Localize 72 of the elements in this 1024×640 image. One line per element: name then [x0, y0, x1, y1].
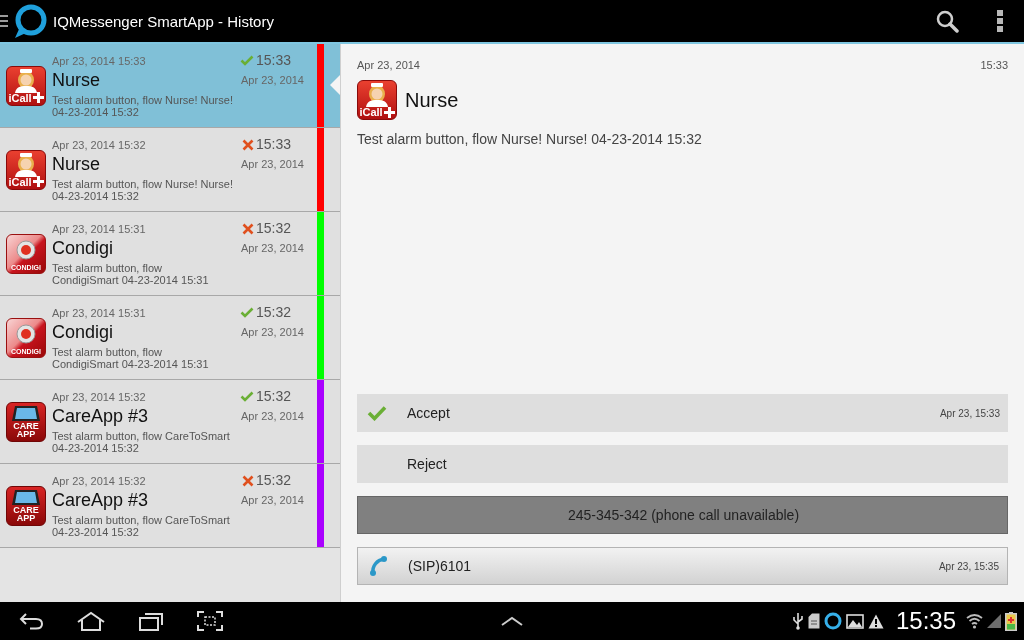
- message-text: Test alarm button, flow Nurse! Nurse! 04-23-2014 15:32: [357, 130, 702, 148]
- alarm-time: 15:33: [255, 136, 291, 153]
- sender-name: Condigi: [52, 321, 114, 343]
- alarm-date: Apr 23, 2014: [241, 74, 304, 86]
- speech-bubble-icon[interactable]: [12, 3, 48, 39]
- logo-text: iCall: [359, 106, 383, 118]
- alarm-time: 15:32: [255, 304, 291, 321]
- more-icon[interactable]: [997, 10, 1003, 32]
- sender-name: Nurse: [405, 88, 459, 112]
- capture-frame-icon[interactable]: [196, 610, 224, 632]
- alarm-time: 15:32: [255, 472, 291, 489]
- message-text: Test alarm button, flow CondigiSmart 04-23-2014 15:31: [52, 346, 209, 370]
- alarm-date: Apr 23, 2014: [241, 410, 304, 422]
- history-item[interactable]: CARE APP Apr 23, 2014 15:32 15:32 CareApp #3 Apr 23, 2014 Test alarm button, flow CareToSmart 04-23-2014 15:32: [0, 380, 340, 464]
- caret-up-icon[interactable]: [500, 615, 524, 627]
- sender-name: CareApp #3: [52, 405, 149, 427]
- sd-card-icon: [807, 613, 820, 629]
- battery-icon: [1005, 611, 1017, 631]
- received-time: Apr 23, 2014 15:31: [52, 222, 146, 237]
- call-button[interactable]: (SIP)6101 Apr 23, 15:35: [357, 547, 1008, 585]
- logo-text: iCall: [8, 175, 32, 188]
- message-text: Test alarm button, flow CareToSmart 04-23-2014 15:32: [52, 514, 230, 538]
- alarm-time: 15:33: [255, 52, 291, 69]
- history-item[interactable]: iCall Apr 23, 2014 15:32 15:33 Nurse Apr 23, 2014 Test alarm button, flow Nurse! Nurse! 04-23-2014 15:32: [0, 128, 340, 212]
- image-icon: [845, 613, 864, 629]
- history-item[interactable]: CARE APP Apr 23, 2014 15:32 15:32 CareApp #3 Apr 23, 2014 Test alarm button, flow CareToSmart 04-23-2014 15:32: [0, 464, 340, 548]
- message-text: Test alarm button, flow Nurse! Nurse! 04-23-2014 15:32: [52, 94, 233, 118]
- home-icon[interactable]: [76, 611, 106, 631]
- signal-icon: [987, 614, 1001, 628]
- alarm-date: Apr 23, 2014: [241, 326, 304, 338]
- phone-icon: [368, 555, 388, 577]
- sender-name: Condigi: [52, 237, 114, 259]
- response-button[interactable]: Reject: [357, 445, 1008, 483]
- call-time: Apr 23, 15:35: [938, 560, 999, 572]
- medical-cross-icon: [32, 92, 44, 103]
- history-item[interactable]: iCall Apr 23, 2014 15:33 15:33 Nurse Apr 23, 2014 Test alarm button, flow Nurse! Nurse! 04-23-2014 15:32: [0, 44, 340, 128]
- back-icon[interactable]: [18, 612, 44, 630]
- alarm-time: 15:32: [255, 220, 291, 237]
- menu-icon[interactable]: [0, 15, 8, 27]
- received-time: Apr 23, 2014 15:32: [52, 390, 146, 405]
- detail-date: Apr 23, 2014: [357, 58, 420, 72]
- message-text: Test alarm button, flow Nurse! Nurse! 04-23-2014 15:32: [52, 178, 233, 202]
- received-time: Apr 23, 2014 15:31: [52, 306, 146, 321]
- app-title: IQMessenger SmartApp - History: [53, 12, 274, 30]
- sender-name: Nurse: [52, 69, 100, 91]
- detail-time: 15:33: [980, 58, 1008, 72]
- ring-icon: [823, 612, 842, 630]
- clock: 15:35: [895, 607, 956, 635]
- wifi-icon: [966, 613, 983, 629]
- received-time: Apr 23, 2014 15:32: [52, 138, 146, 153]
- received-time: Apr 23, 2014 15:33: [52, 54, 146, 69]
- check-icon: [367, 405, 387, 421]
- sender-name: Nurse: [52, 153, 100, 175]
- response-time: Apr 23, 15:33: [939, 407, 1000, 419]
- received-time: Apr 23, 2014 15:32: [52, 474, 146, 489]
- medical-cross-icon: [383, 106, 395, 118]
- alarm-date: Apr 23, 2014: [241, 242, 304, 254]
- warning-icon: [867, 613, 884, 629]
- logo-text: CARE APP: [13, 421, 39, 438]
- alarm-time: 15:32: [255, 388, 291, 405]
- message-text: Test alarm button, flow CareToSmart 04-23-2014 15:32: [52, 430, 230, 454]
- sender-name: CareApp #3: [52, 489, 149, 511]
- search-icon[interactable]: [935, 9, 959, 33]
- recent-apps-icon[interactable]: [138, 611, 164, 631]
- alarm-date: Apr 23, 2014: [241, 494, 304, 506]
- message-text: Test alarm button, flow CondigiSmart 04-23-2014 15:31: [52, 262, 209, 286]
- logo-text: iCall: [8, 91, 32, 104]
- response-button[interactable]: Accept Apr 23, 15:33: [357, 394, 1008, 432]
- usb-icon: [791, 612, 804, 630]
- alarm-date: Apr 23, 2014: [241, 158, 304, 170]
- medical-cross-icon: [32, 176, 44, 187]
- logo-text: CARE APP: [13, 505, 39, 522]
